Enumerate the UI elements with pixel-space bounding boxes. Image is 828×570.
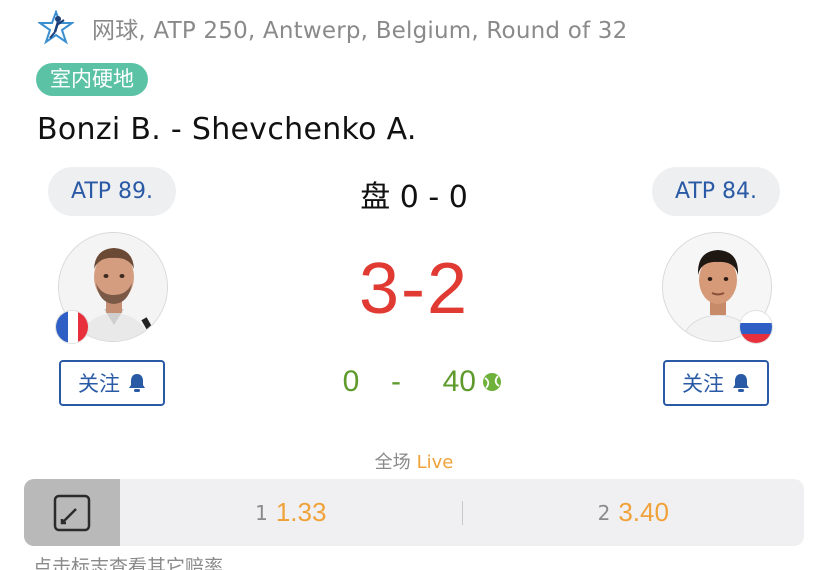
market-label: 全场 Live: [0, 448, 828, 474]
tennis-ball-icon: [483, 373, 501, 391]
external-link-icon: [53, 494, 91, 531]
odds-home-key: 1: [255, 500, 268, 525]
odds-away[interactable]: 2 3.40: [463, 479, 805, 546]
odds-home[interactable]: 1 1.33: [120, 479, 462, 546]
market-name: 全场: [374, 452, 411, 473]
odds-away-key: 2: [597, 500, 611, 525]
odds-hint: 点击标志查看其它赔率: [33, 556, 224, 570]
live-badge: Live: [416, 452, 454, 473]
games-score: 3-2: [358, 249, 470, 329]
surface-badge: 室内硬地: [36, 63, 148, 96]
match-title: Bonzi B. - Shevchenko A.: [37, 112, 417, 147]
sets-score: 盘 0 - 0: [360, 180, 468, 215]
odds-home-value: 1.33: [275, 497, 327, 527]
points-separator: -: [391, 365, 401, 398]
points-score: 0 - 40: [0, 365, 828, 399]
points-left: 0: [342, 365, 360, 398]
tournament-name: 网球, ATP 250, Antwerp, Belgium, Round of …: [92, 18, 628, 44]
external-odds-button[interactable]: [24, 479, 120, 546]
odds-bar: 1 1.33 2 3.40: [24, 479, 804, 546]
odds-away-value: 3.40: [618, 497, 669, 527]
header: 网球, ATP 250, Antwerp, Belgium, Round of …: [38, 8, 627, 48]
tennis-star-logo-icon: [38, 10, 74, 45]
points-right: 40: [442, 365, 476, 398]
